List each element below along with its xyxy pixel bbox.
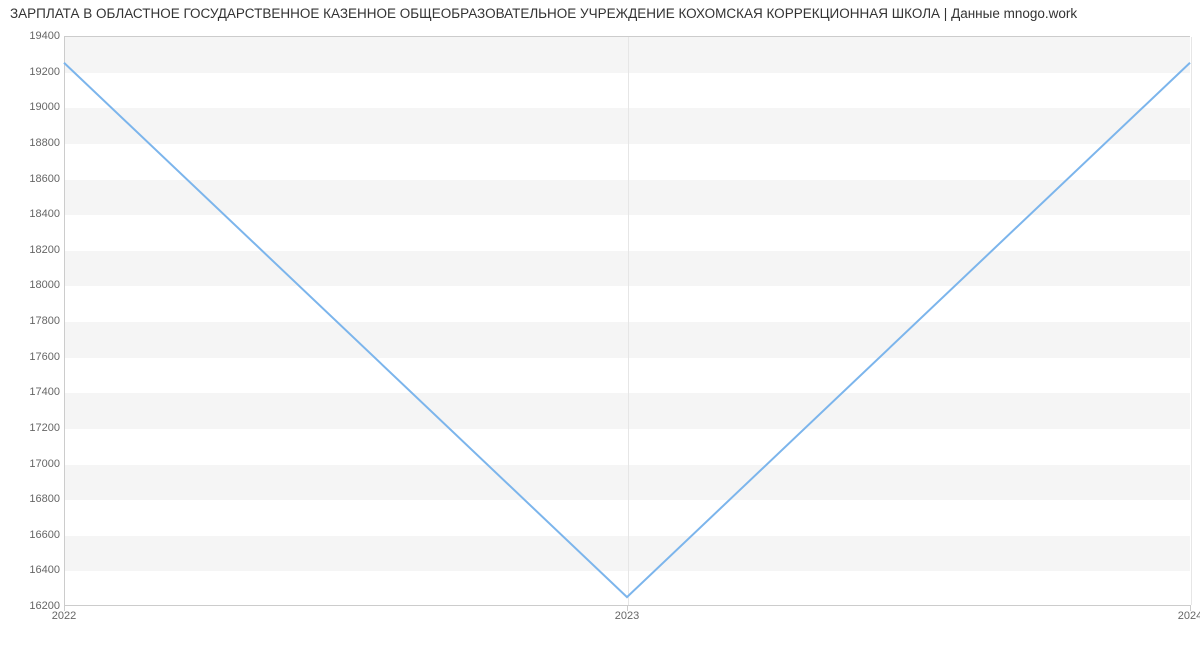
y-tick-label: 18400 (10, 208, 60, 220)
y-tick-label: 18600 (10, 173, 60, 185)
y-tick-label: 17600 (10, 351, 60, 363)
y-tick-label: 19000 (10, 101, 60, 113)
y-tick-label: 17000 (10, 458, 60, 470)
chart-title: ЗАРПЛАТА В ОБЛАСТНОЕ ГОСУДАРСТВЕННОЕ КАЗ… (10, 6, 1077, 21)
x-tick-label: 2023 (615, 610, 639, 622)
y-tick-label: 18800 (10, 137, 60, 149)
vertical-gridline (1191, 37, 1192, 605)
x-tick-label: 2022 (52, 610, 76, 622)
y-tick-label: 17200 (10, 422, 60, 434)
chart-line-series (64, 36, 1190, 606)
x-tick-label: 2024 (1178, 610, 1200, 622)
y-tick-label: 16600 (10, 529, 60, 541)
y-tick-label: 19400 (10, 30, 60, 42)
y-tick-label: 16800 (10, 493, 60, 505)
y-tick-label: 17400 (10, 386, 60, 398)
y-tick-label: 19200 (10, 66, 60, 78)
y-tick-label: 16400 (10, 564, 60, 576)
series-polyline (64, 63, 1190, 597)
y-tick-label: 17800 (10, 315, 60, 327)
chart-container: ЗАРПЛАТА В ОБЛАСТНОЕ ГОСУДАРСТВЕННОЕ КАЗ… (0, 0, 1200, 650)
y-tick-label: 18000 (10, 279, 60, 291)
y-tick-label: 18200 (10, 244, 60, 256)
